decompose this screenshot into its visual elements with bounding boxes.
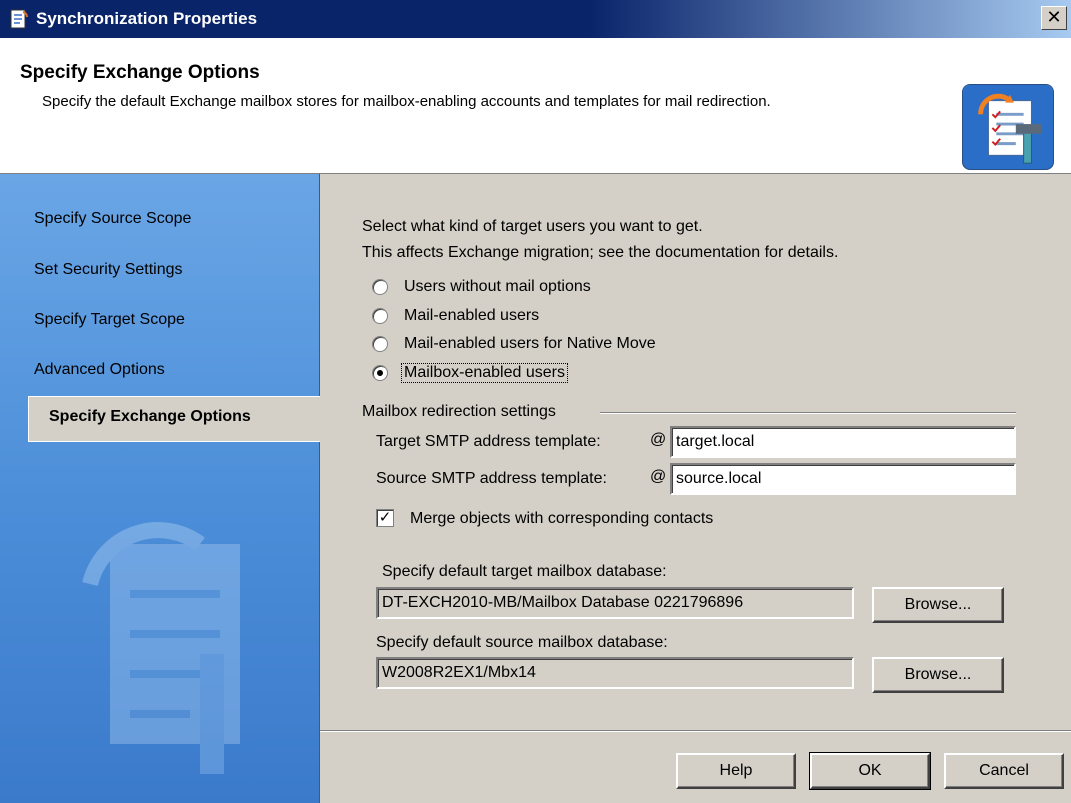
radio-mail-enabled[interactable]: [372, 308, 388, 324]
sync-watermark-icon: [82, 522, 240, 774]
source-db-label: Specify default source mailbox database:: [376, 634, 668, 651]
group-divider: [600, 412, 1016, 414]
radio-label-mail-enabled-native-move[interactable]: Mail-enabled users for Native Move: [404, 335, 656, 353]
radio-mail-enabled-native-move[interactable]: [372, 336, 388, 352]
target-smtp-label: Target SMTP address template:: [376, 433, 601, 450]
browse-target-db-button[interactable]: Browse...: [872, 587, 1004, 623]
close-icon: ✕: [1046, 7, 1062, 27]
cancel-button[interactable]: Cancel: [944, 753, 1064, 789]
intro-line-1: Select what kind of target users you wan…: [362, 218, 703, 235]
title-bar: Synchronization Properties ✕: [0, 0, 1071, 38]
page-title: Specify Exchange Options: [20, 62, 260, 83]
app-icon: [10, 9, 28, 29]
target-at-sign: @: [650, 431, 667, 448]
sidebar-item-security-settings[interactable]: Set Security Settings: [34, 261, 320, 279]
radio-label-mail-enabled[interactable]: Mail-enabled users: [404, 307, 539, 325]
sidebar-item-exchange-options[interactable]: Specify Exchange Options: [28, 396, 320, 442]
merge-contacts-checkbox[interactable]: ✓: [376, 509, 394, 527]
sidebar-item-advanced-options[interactable]: Advanced Options: [34, 361, 320, 379]
intro-line-2: This affects Exchange migration; see the…: [362, 244, 839, 261]
radio-users-without-mail[interactable]: [372, 279, 388, 295]
page-description: Specify the default Exchange mailbox sto…: [42, 93, 771, 110]
help-button[interactable]: Help: [676, 753, 796, 789]
source-at-sign: @: [650, 468, 667, 485]
footer-divider: [320, 730, 1071, 732]
redirection-group-label: Mailbox redirection settings: [362, 403, 556, 420]
browse-source-db-button[interactable]: Browse...: [872, 657, 1004, 693]
target-db-field: DT-EXCH2010-MB/Mailbox Database 02217968…: [376, 587, 854, 619]
close-button[interactable]: ✕: [1041, 6, 1067, 30]
merge-contacts-label[interactable]: Merge objects with corresponding contact…: [410, 510, 713, 528]
wizard-steps-sidebar: Specify Source Scope Set Security Settin…: [0, 174, 320, 803]
radio-label-mailbox-enabled[interactable]: Mailbox-enabled users: [401, 363, 568, 383]
exchange-options-icon: [962, 84, 1054, 170]
sidebar-item-source-scope[interactable]: Specify Source Scope: [34, 210, 320, 228]
target-smtp-input[interactable]: target.local: [670, 426, 1016, 458]
sidebar-item-target-scope[interactable]: Specify Target Scope: [34, 311, 320, 329]
target-db-label: Specify default target mailbox database:: [382, 563, 667, 580]
window-title: Synchronization Properties: [36, 9, 258, 28]
source-smtp-label: Source SMTP address template:: [376, 470, 607, 487]
source-db-field: W2008R2EX1/Mbx14: [376, 657, 854, 689]
source-smtp-input[interactable]: source.local: [670, 463, 1016, 495]
ok-button[interactable]: OK: [809, 752, 931, 790]
wizard-header: Specify Exchange Options Specify the def…: [0, 38, 1071, 174]
radio-mailbox-enabled[interactable]: [372, 365, 388, 381]
radio-label-users-without-mail[interactable]: Users without mail options: [404, 278, 591, 296]
